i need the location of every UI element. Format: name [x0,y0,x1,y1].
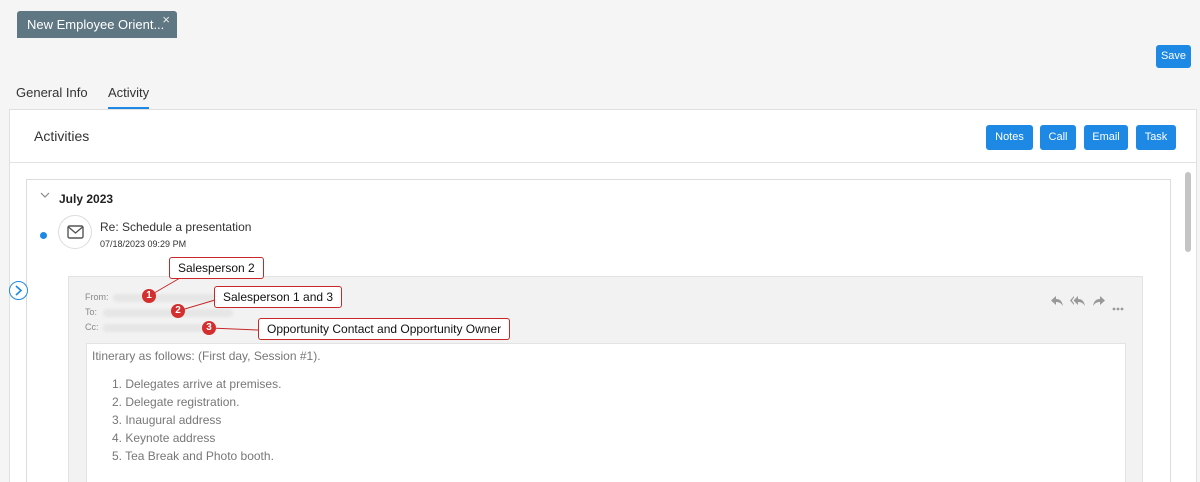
callout-badge-1: 1 [142,289,156,303]
callout-opportunity-contact-owner: Opportunity Contact and Opportunity Owne… [258,318,511,340]
callout-salesperson-2: Salesperson 2 [169,257,264,279]
callout-salesperson-1-and-3: Salesperson 1 and 3 [214,286,343,308]
callout-connectors [148,277,259,331]
callout-badge-3: 3 [202,321,216,335]
callout-badge-2: 2 [171,304,185,318]
